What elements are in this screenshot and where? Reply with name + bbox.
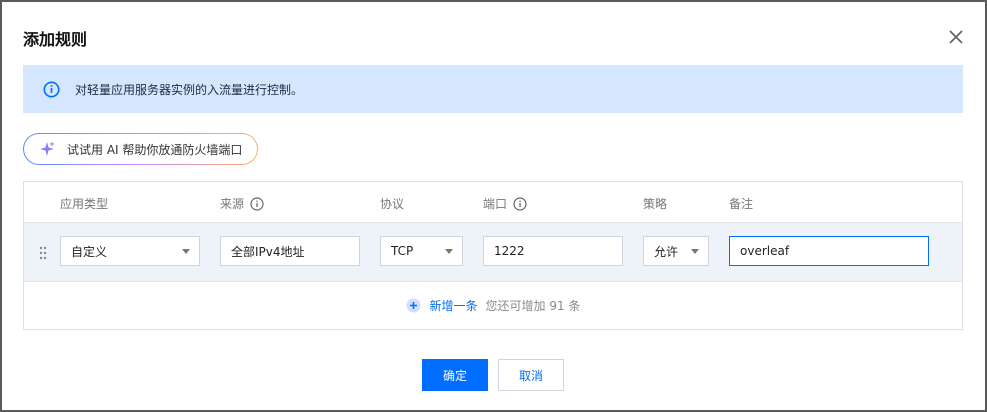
app-type-select[interactable]: 自定义 <box>60 236 200 266</box>
rules-table: 应用类型 来源 协议 端口 策略 备注 自定义 全部IPv4地址 TCP 122… <box>23 181 963 330</box>
plus-circle-icon[interactable] <box>406 298 421 313</box>
table-header: 应用类型 来源 协议 端口 策略 备注 <box>24 182 962 223</box>
header-source: 来源 <box>220 195 264 212</box>
info-icon <box>43 81 60 98</box>
confirm-button[interactable]: 确定 <box>422 359 488 391</box>
protocol-value: TCP <box>391 244 414 258</box>
header-note: 备注 <box>729 197 754 211</box>
policy-select[interactable]: 允许 <box>643 236 709 266</box>
port-input[interactable]: 1222 <box>483 236 623 266</box>
source-input[interactable]: 全部IPv4地址 <box>220 236 360 266</box>
note-input[interactable]: overleaf <box>729 236 929 266</box>
chevron-down-icon <box>445 249 453 254</box>
header-port: 端口 <box>483 195 527 212</box>
question-icon[interactable] <box>513 196 527 211</box>
ai-assist-label: 试试用 AI 帮助你放通防火墙端口 <box>67 142 243 157</box>
info-notice: 对轻量应用服务器实例的入流量进行控制。 <box>23 65 963 113</box>
port-value: 1222 <box>494 244 525 258</box>
dialog-title: 添加规则 <box>23 30 88 49</box>
cancel-button[interactable]: 取消 <box>498 359 564 391</box>
add-rule-row: 新增一条 您还可增加 91 条 <box>24 282 962 329</box>
remaining-count-hint: 您还可增加 91 条 <box>485 299 581 313</box>
chevron-down-icon <box>691 249 699 254</box>
app-type-value: 自定义 <box>71 244 108 259</box>
chevron-down-icon <box>182 249 190 254</box>
table-row: 自定义 全部IPv4地址 TCP 1222 允许 overleaf <box>24 223 962 282</box>
question-icon[interactable] <box>250 196 264 211</box>
add-rule-dialog: 添加规则 对轻量应用服务器实例的入流量进行控制。 试试用 AI 帮助你放通防火墙… <box>2 2 985 410</box>
drag-handle-icon[interactable] <box>38 245 48 261</box>
notice-text: 对轻量应用服务器实例的入流量进行控制。 <box>75 82 304 97</box>
header-app-type: 应用类型 <box>60 197 109 211</box>
header-protocol: 协议 <box>380 197 405 211</box>
sparkle-icon <box>38 140 56 158</box>
ai-assist-button[interactable]: 试试用 AI 帮助你放通防火墙端口 <box>23 133 258 165</box>
close-icon[interactable] <box>947 28 965 46</box>
source-value: 全部IPv4地址 <box>231 244 305 259</box>
add-rule-link[interactable]: 新增一条 <box>430 297 478 314</box>
note-value: overleaf <box>740 244 790 258</box>
header-policy: 策略 <box>643 197 668 211</box>
policy-value: 允许 <box>654 244 679 259</box>
protocol-select[interactable]: TCP <box>380 236 463 266</box>
